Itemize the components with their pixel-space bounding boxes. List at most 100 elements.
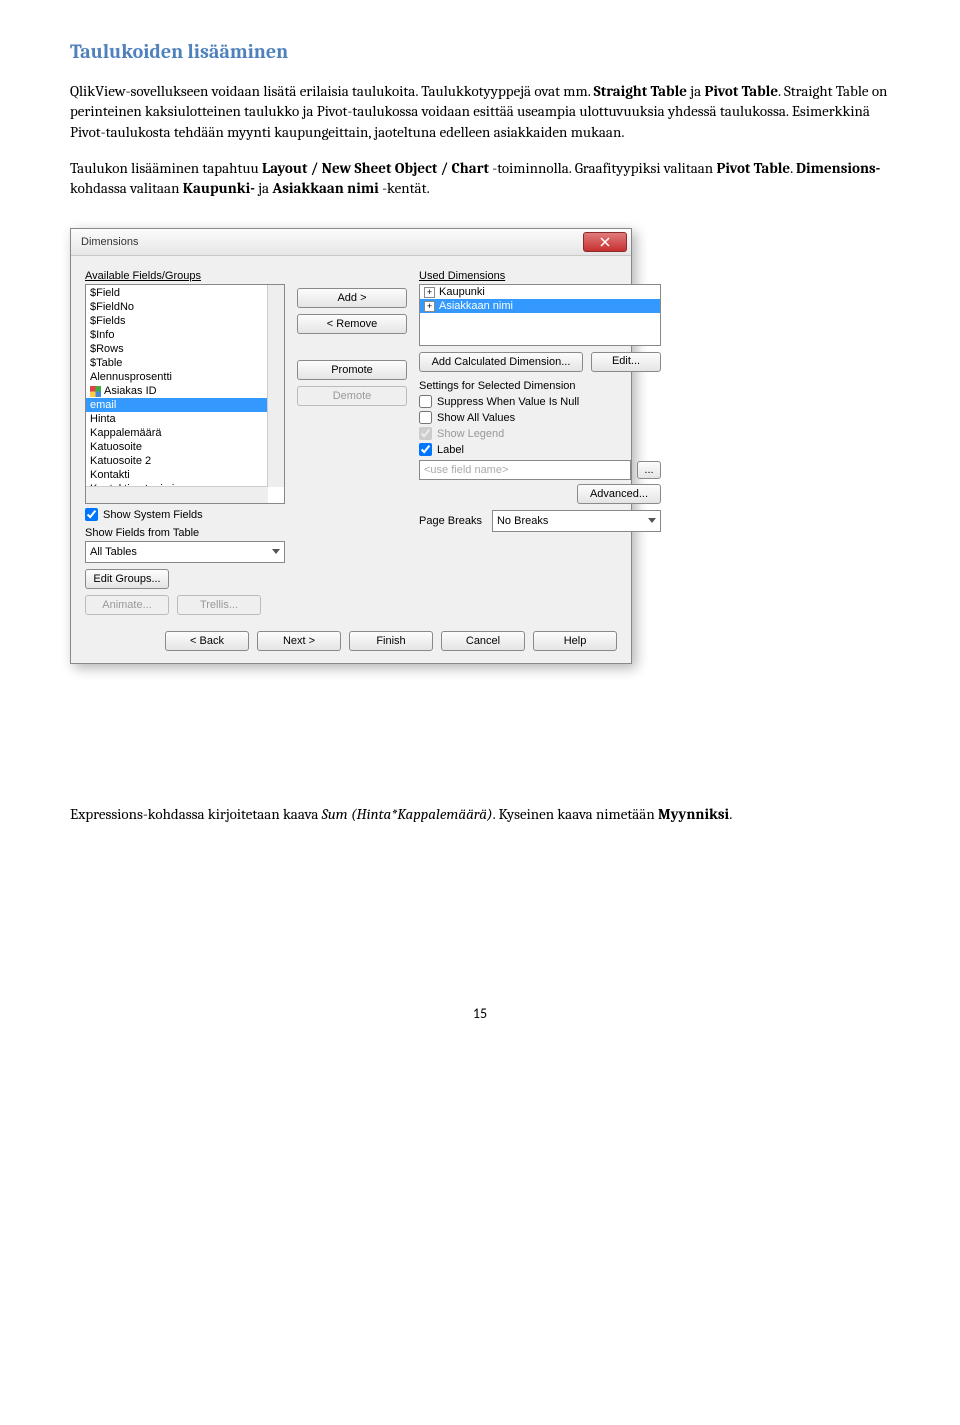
edit-groups-button[interactable]: Edit Groups... [85,569,169,589]
paragraph-1: QlikView-sovellukseen voidaan lisätä eri… [70,81,890,142]
available-fields-listbox[interactable]: $Field $FieldNo $Fields $Info$Rows$TableAle… [85,284,285,504]
back-button[interactable]: < Back [165,631,249,651]
field-flag-icon [90,386,101,397]
checkbox-input[interactable] [419,443,432,456]
add-button[interactable]: Add > [297,288,407,308]
list-item[interactable]: $FieldNo [86,300,284,314]
checkbox-input[interactable] [419,411,432,424]
show-fields-from-table-select[interactable]: All Tables [85,541,285,563]
list-item-label: Asiakas ID [104,385,157,397]
dialog-titlebar: Dimensions [71,229,631,256]
list-item[interactable]: Katuosoite 2 [86,454,284,468]
text: QlikView-sovellukseen voidaan lisätä eri… [70,82,594,100]
settings-section-label: Settings for Selected Dimension [419,380,661,392]
list-item-label: Kontakti [90,469,130,481]
available-fields-label: Available Fields/Groups [85,270,285,282]
animate-button: Animate... [85,595,169,615]
text: . Kyseinen kaava nimetään [493,805,658,823]
bold-text: Pivot Table [704,82,778,100]
list-item-label: email [90,399,116,411]
show-all-values-checkbox[interactable]: Show All Values [419,411,661,424]
promote-button[interactable]: Promote [297,360,407,380]
cancel-button[interactable]: Cancel [441,631,525,651]
label-checkbox[interactable]: Label [419,443,661,456]
bold-text: Layout / New Sheet Object / Chart [262,159,489,177]
list-item-label: $Field [90,287,120,299]
text: -toiminnolla. Graafityypiksi valitaan [489,159,717,177]
list-item[interactable]: +Asiakkaan nimi [420,299,660,313]
edit-dimension-button[interactable]: Edit... [591,352,661,372]
page-number: 15 [70,1005,890,1022]
list-item[interactable]: email [86,398,284,412]
list-item[interactable]: Alennusprosentti [86,370,284,384]
list-item-label: $Fields [90,315,125,327]
list-item-label: Katuosoite [90,441,142,453]
dialog-title: Dimensions [81,236,583,248]
bold-text: Dimensions- [796,159,880,177]
list-item-label: Kaupunki [439,286,485,298]
used-dimensions-listbox[interactable]: + Kaupunki+Asiakkaan nimi [419,284,661,346]
list-item[interactable]: Hinta [86,412,284,426]
label-expression-button[interactable]: ... [637,461,661,479]
expand-icon[interactable]: + [424,287,435,298]
add-calculated-dimension-button[interactable]: Add Calculated Dimension... [419,352,583,372]
label-field[interactable]: <use field name> [419,460,631,480]
select-value: No Breaks [497,515,548,527]
screenshot-dialog: Dimensions Available Fields/Groups $Fiel… [70,228,890,664]
paragraph-3: Expressions-kohdassa kirjoitetaan kaava … [70,804,890,824]
bold-text: Pivot Table [716,159,790,177]
list-item[interactable]: Katuosoite [86,440,284,454]
dialog-button-row: < Back Next > Finish Cancel Help [71,621,631,663]
finish-button[interactable]: Finish [349,631,433,651]
list-item-label: Katuosoite 2 [90,455,151,467]
list-item[interactable]: $Rows [86,342,284,356]
checkbox-label: Label [437,444,464,456]
text: Taulukon lisääminen tapahtuu [70,159,262,177]
list-item[interactable]: Kontakti [86,468,284,482]
show-legend-checkbox: Show Legend [419,427,661,440]
paragraph-2: Taulukon lisääminen tapahtuu Layout / Ne… [70,158,890,199]
remove-button[interactable]: < Remove [297,314,407,334]
list-item-label: Hinta [90,413,116,425]
advanced-button[interactable]: Advanced... [577,484,661,504]
list-item[interactable]: $Field [86,286,284,300]
list-item[interactable]: $Table [86,356,284,370]
next-button[interactable]: Next > [257,631,341,651]
checkbox-input [419,427,432,440]
list-item-label: $Info [90,329,114,341]
close-button[interactable] [583,232,627,252]
checkbox-input[interactable] [85,508,98,521]
bold-text: Straight Table [594,82,687,100]
trellis-button: Trellis... [177,595,261,615]
expand-icon[interactable]: + [424,301,435,312]
list-item[interactable]: $Info [86,328,284,342]
italic-text: Sum (Hinta*Kappalemäärä) [322,805,493,823]
select-value: All Tables [90,546,137,558]
checkbox-label: Show Legend [437,428,504,440]
horizontal-scrollbar[interactable] [86,486,268,503]
page-heading: Taulukoiden lisääminen [70,40,890,63]
suppress-null-checkbox[interactable]: Suppress When Value Is Null [419,395,661,408]
page-breaks-select[interactable]: No Breaks [492,510,661,532]
list-item[interactable]: $Fields [86,314,284,328]
used-dimensions-label: Used Dimensions [419,270,661,282]
show-fields-from-table-label: Show Fields from Table [85,527,285,539]
checkbox-input[interactable] [419,395,432,408]
show-system-fields-checkbox[interactable]: Show System Fields [85,508,285,521]
list-item-label: $Table [90,357,122,369]
demote-button: Demote [297,386,407,406]
list-item[interactable]: Kappalemäärä [86,426,284,440]
bold-text: Asiakkaan nimi [272,179,378,197]
page-breaks-label: Page Breaks [419,515,482,527]
list-item[interactable]: + Kaupunki [420,285,660,299]
checkbox-label: Suppress When Value Is Null [437,396,579,408]
list-item-label: $FieldNo [90,301,134,313]
help-button[interactable]: Help [533,631,617,651]
bold-text: Myynniksi [658,805,729,823]
text: . [729,805,732,823]
list-item[interactable]: Asiakas ID [86,384,284,398]
text: ja [687,82,704,100]
vertical-scrollbar[interactable] [267,285,284,487]
text: Expressions-kohdassa kirjoitetaan kaava [70,805,322,823]
close-icon [600,237,610,247]
